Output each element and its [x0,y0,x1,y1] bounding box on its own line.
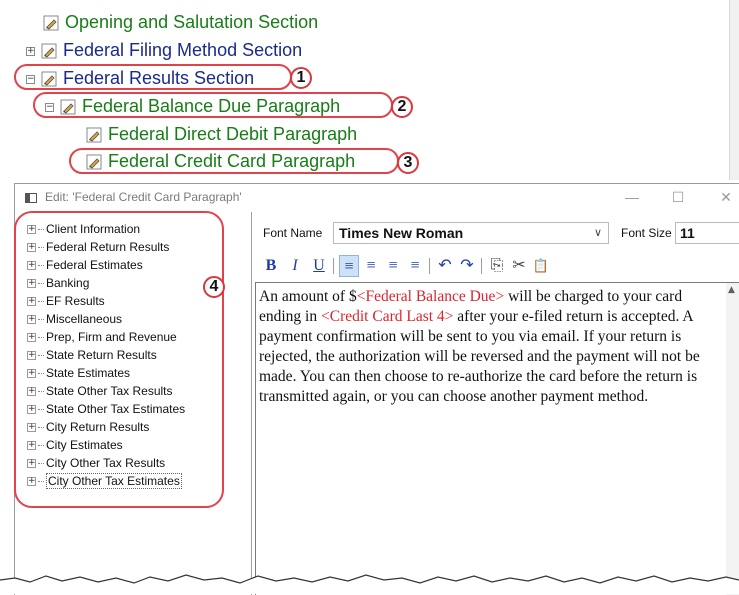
merge-field-credit-card-last4[interactable]: <Credit Card Last 4> [321,308,453,325]
paragraph-text[interactable]: An amount of $<Federal Balance Due> will… [259,287,721,407]
editor-pane: Font Name Times New Roman ∨ Font Size 11… [255,212,739,595]
expand-icon[interactable]: + [26,46,35,56]
tree-node-federal-filing-method[interactable]: + Federal Filing Method Section [26,38,302,62]
callout-highlight-4 [14,211,224,508]
bold-button[interactable]: B [261,255,281,277]
copy-button[interactable]: ⎘ [487,255,507,277]
justify-button[interactable]: ≡ [405,255,425,277]
maximize-button[interactable]: ☐ [664,186,692,208]
underline-button[interactable]: U [309,255,329,277]
align-right-button[interactable]: ≡ [383,255,403,277]
scroll-up-arrow-icon[interactable]: ▲ [728,285,735,295]
callout-number-2: 2 [391,96,413,118]
dialog-title: Edit: 'Federal Credit Card Paragraph' [45,190,242,204]
cut-button[interactable]: ✂ [509,255,529,277]
toolbar-divider [481,258,482,274]
align-center-button[interactable]: ≡ [361,255,381,277]
pencil-icon [41,43,57,59]
italic-button[interactable]: I [285,255,305,277]
callout-highlight-1 [14,64,292,90]
callout-number-1: 1 [290,67,312,89]
merge-field-federal-balance-due[interactable]: <Federal Balance Due> [357,288,504,305]
pencil-icon [43,15,59,31]
callout-number-4: 4 [203,276,225,298]
pencil-icon [86,127,102,143]
font-name-value: Times New Roman [339,225,464,241]
toolbar-divider [333,258,334,274]
font-controls: Font Name Times New Roman ∨ Font Size 11 [255,222,739,246]
align-left-button[interactable]: ≡ [339,255,359,277]
font-name-label: Font Name [263,226,323,240]
tree-node-label: Federal Direct Debit Paragraph [108,124,358,144]
window-app-icon [25,193,37,203]
torn-edge-decoration [0,574,739,594]
chevron-down-icon: ∨ [593,227,602,239]
font-size-field[interactable]: 11 [675,222,739,244]
font-size-value: 11 [680,225,695,241]
toolbar-divider [429,258,430,274]
redo-button[interactable]: ↷ [457,255,477,277]
font-name-dropdown[interactable]: Times New Roman ∨ [333,222,609,244]
editor-text-run: An amount of $ [259,288,357,305]
dialog-titlebar[interactable]: Edit: 'Federal Credit Card Paragraph' — … [15,184,739,212]
paragraph-editor[interactable]: An amount of $<Federal Balance Due> will… [255,282,739,595]
callout-highlight-2 [33,92,393,118]
minimize-button[interactable]: — [618,186,646,208]
format-toolbar: B I U ≡ ≡ ≡ ≡ ↶ ↷ ⎘ ✂ 📋 [261,255,731,277]
callout-number-3: 3 [397,152,419,174]
font-size-label: Font Size [621,226,672,240]
paste-button[interactable]: 📋 [531,255,551,277]
tree-node-federal-direct-debit[interactable]: Federal Direct Debit Paragraph [86,122,357,146]
undo-button[interactable]: ↶ [435,255,455,277]
close-button[interactable]: ✕ [712,186,739,208]
tree-node-opening-salutation[interactable]: Opening and Salutation Section [43,10,318,34]
tree-node-label: Opening and Salutation Section [65,12,319,32]
editor-scrollbar[interactable]: ▲ [726,283,739,595]
callout-highlight-3 [69,148,399,174]
tree-node-label: Federal Filing Method Section [63,40,303,60]
vertical-scrollbar[interactable] [729,0,739,180]
